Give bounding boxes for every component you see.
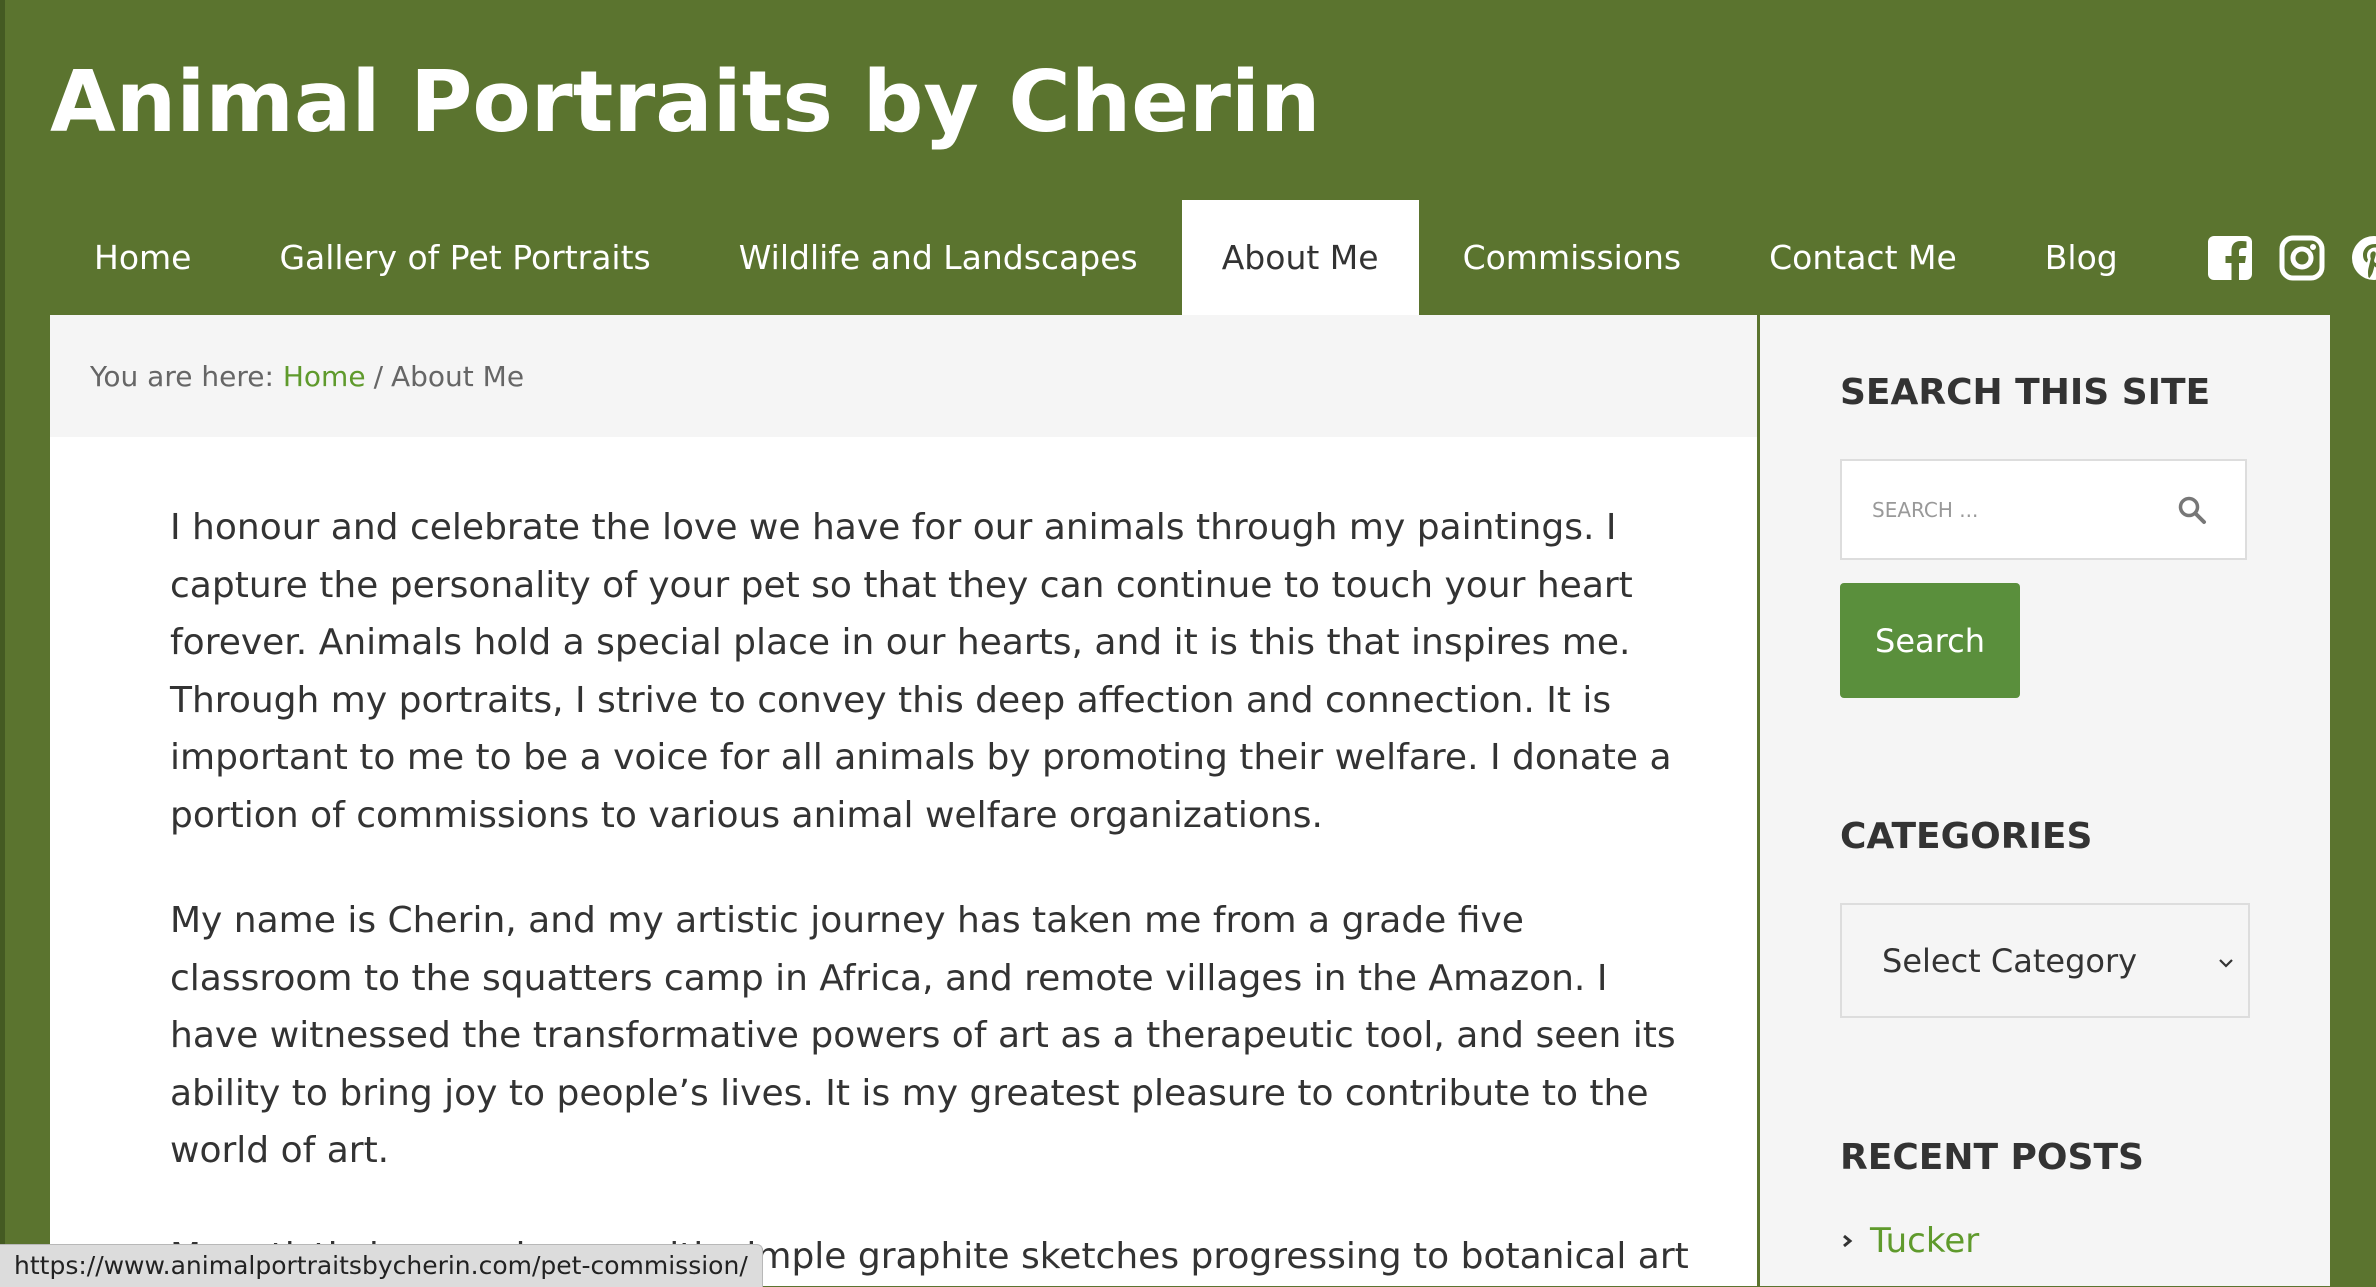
category-select-value: Select Category	[1882, 941, 2138, 980]
paragraph: I honour and celebrate the love we have …	[170, 507, 1672, 836]
caret-right-icon	[1843, 1234, 1853, 1248]
breadcrumb-separator: /	[373, 359, 383, 393]
nav-item-commissions[interactable]: Commissions	[1419, 200, 1726, 315]
chevron-down-icon	[2219, 959, 2233, 968]
search-icon[interactable]	[2177, 495, 2207, 525]
instagram-icon[interactable]	[2278, 234, 2326, 282]
pinterest-icon[interactable]	[2350, 234, 2376, 282]
search-button[interactable]: Search	[1840, 583, 2020, 698]
nav-item-gallery[interactable]: Gallery of Pet Portraits	[235, 200, 694, 315]
main-content: You are here: Home / About Me I honour a…	[50, 315, 1757, 1286]
category-select[interactable]: Select Category	[1840, 903, 2250, 1018]
browser-status-bar-url: https://www.animalportraitsbycherin.com/…	[0, 1244, 763, 1287]
categories-widget-title: Categories	[1840, 816, 2093, 857]
recent-posts-widget-title: Recent Posts	[1840, 1137, 2144, 1178]
social-links	[2162, 200, 2376, 315]
nav-item-blog[interactable]: Blog	[2001, 200, 2162, 315]
nav-item-home[interactable]: Home	[50, 200, 235, 315]
nav-item-wildlife[interactable]: Wildlife and Landscapes	[695, 200, 1182, 315]
site-title[interactable]: Animal Portraits by Cherin	[50, 52, 1321, 154]
search-input[interactable]	[1842, 461, 2162, 558]
search-widget-title: Search this site	[1840, 372, 2211, 413]
recent-post-link[interactable]: Tucker	[1870, 1221, 1979, 1261]
sidebar: Search this site Search Categories Selec…	[1760, 315, 2330, 1286]
paragraph: My name is Cherin, and my artistic journ…	[170, 900, 1676, 1171]
main-navigation: Home Gallery of Pet Portraits Wildlife a…	[50, 200, 2376, 315]
nav-item-about-me[interactable]: About Me	[1181, 200, 1419, 315]
breadcrumb-current: About Me	[391, 359, 525, 393]
window-edge	[0, 0, 5, 1286]
facebook-icon[interactable]	[2206, 234, 2254, 282]
nav-item-contact-me[interactable]: Contact Me	[1725, 200, 2001, 315]
list-item: Tucker	[1840, 1221, 1979, 1261]
breadcrumb-prefix: You are here:	[90, 359, 274, 393]
article-body: I honour and celebrate the love we have …	[50, 499, 1757, 1286]
breadcrumb: You are here: Home / About Me	[50, 315, 1757, 437]
breadcrumb-home-link[interactable]: Home	[283, 360, 366, 393]
search-form	[1840, 459, 2247, 560]
